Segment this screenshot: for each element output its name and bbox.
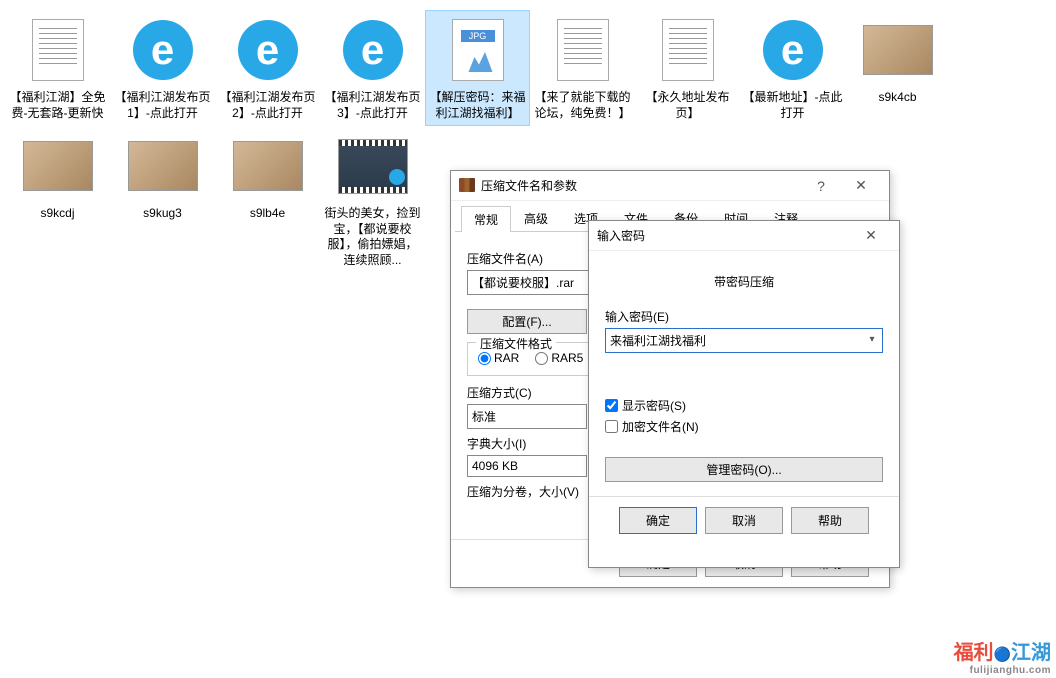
file-item[interactable]: s9kug3 [110, 126, 215, 273]
file-label: 【福利江湖发布页2】-点此打开 [218, 90, 318, 121]
profile-button[interactable]: 配置(F)... [467, 309, 587, 334]
tab[interactable]: 高级 [511, 205, 561, 231]
image-thumbnail [233, 141, 303, 191]
file-label: 街头的美女，捡到宝，【都说要校服】，偷拍嫖娼，连续照顾... [323, 206, 423, 268]
close-icon[interactable]: ✕ [851, 222, 891, 250]
file-item[interactable]: e 【福利江湖发布页2】-点此打开 [215, 10, 320, 126]
chevron-down-icon[interactable]: ▾ [864, 331, 880, 347]
text-file-icon [32, 19, 84, 81]
browser-icon: e [763, 20, 823, 80]
image-thumbnail [23, 141, 93, 191]
password-dialog: 输入密码 ✕ 带密码压缩 输入密码(E) 来福利江湖找福利 ▾ 显示密码(S) … [588, 220, 900, 568]
file-item[interactable]: e 【最新地址】-点此打开 [740, 10, 845, 126]
file-label: 【福利江湖发布页3】-点此打开 [323, 90, 423, 121]
file-item[interactable]: s9kcdj [5, 126, 110, 273]
text-file-icon [662, 19, 714, 81]
titlebar[interactable]: 压缩文件名和参数 ? ✕ [451, 171, 889, 201]
subtitle: 带密码压缩 [605, 273, 883, 290]
jpg-file-icon: JPG [452, 19, 504, 81]
file-label: 【福利江湖发布页1】-点此打开 [113, 90, 213, 121]
image-thumbnail [863, 25, 933, 75]
encrypt-names-checkbox[interactable]: 加密文件名(N) [605, 418, 883, 435]
text-file-icon [557, 19, 609, 81]
dialog-title: 输入密码 [597, 227, 851, 244]
file-label: s9k4cb [878, 90, 916, 106]
browser-icon: e [238, 20, 298, 80]
file-item[interactable]: 街头的美女，捡到宝，【都说要校服】，偷拍嫖娼，连续照顾... [320, 126, 425, 273]
radio-rar5[interactable]: RAR5 [535, 351, 583, 365]
file-item[interactable]: 【福利江湖】全免费-无套路-更新快 [5, 10, 110, 126]
dialog-title: 压缩文件名和参数 [481, 177, 801, 194]
password-label: 输入密码(E) [605, 308, 883, 325]
file-label: 【永久地址发布页】 [638, 90, 738, 121]
file-item[interactable]: e 【福利江湖发布页1】-点此打开 [110, 10, 215, 126]
tab[interactable]: 常规 [461, 206, 511, 232]
file-label: s9lb4e [250, 206, 285, 222]
close-icon[interactable]: ✕ [841, 172, 881, 200]
file-label: s9kcdj [40, 206, 74, 222]
file-item[interactable]: JPG 【解压密码：来福利江湖找福利】 [425, 10, 530, 126]
browser-icon: e [133, 20, 193, 80]
file-label: 【来了就能下载的论坛，纯免费！】 [533, 90, 633, 121]
video-thumbnail [338, 139, 408, 194]
file-label: 【最新地址】-点此打开 [743, 90, 843, 121]
radio-rar[interactable]: RAR [478, 351, 519, 365]
file-item[interactable]: s9k4cb [845, 10, 950, 126]
password-input[interactable]: 来福利江湖找福利 ▾ [605, 328, 883, 353]
ok-button[interactable]: 确定 [619, 507, 697, 534]
file-item[interactable]: 【来了就能下载的论坛，纯免费！】 [530, 10, 635, 126]
file-label: 【解压密码：来福利江湖找福利】 [428, 90, 528, 121]
app-icon [459, 178, 475, 194]
method-select[interactable]: 标准 [467, 404, 587, 429]
help-button[interactable]: 帮助 [791, 507, 869, 534]
titlebar[interactable]: 输入密码 ✕ [589, 221, 899, 251]
cancel-button[interactable]: 取消 [705, 507, 783, 534]
watermark: 福利🔵江湖 fulijianghu.com [954, 636, 1051, 676]
manage-passwords-button[interactable]: 管理密码(O)... [605, 457, 883, 482]
file-label: 【福利江湖】全免费-无套路-更新快 [8, 90, 108, 121]
help-icon[interactable]: ? [801, 172, 841, 200]
file-item[interactable]: e 【福利江湖发布页3】-点此打开 [320, 10, 425, 126]
file-label: s9kug3 [143, 206, 182, 222]
browser-icon: e [343, 20, 403, 80]
dict-select[interactable]: 4096 KB [467, 455, 587, 477]
image-thumbnail [128, 141, 198, 191]
show-password-checkbox[interactable]: 显示密码(S) [605, 397, 883, 414]
file-item[interactable]: s9lb4e [215, 126, 320, 273]
file-item[interactable]: 【永久地址发布页】 [635, 10, 740, 126]
